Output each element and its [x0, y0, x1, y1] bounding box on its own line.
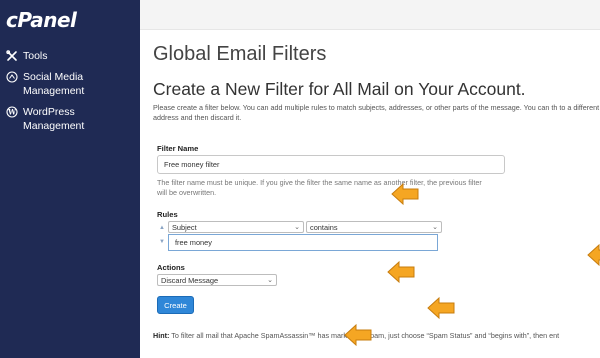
actions-label: Actions [157, 263, 185, 272]
pointer-arrow-icon [387, 260, 415, 284]
move-rule-down-icon[interactable]: ▼ [159, 239, 165, 245]
rule-operator-select[interactable]: contains ⌄ [306, 221, 442, 233]
intro-text: Please create a filter below. You can ad… [153, 103, 600, 122]
hint-text: Hint: To filter all mail that Apache Spa… [153, 331, 600, 340]
pointer-arrow-icon [427, 296, 455, 320]
sidebar-item-tools[interactable]: Tools [6, 49, 48, 63]
sidebar-item-label: Tools [23, 50, 48, 62]
rule-field-value: Subject [172, 222, 197, 232]
pointer-arrow-icon [344, 323, 372, 347]
pointer-arrow-icon [587, 243, 600, 267]
rules-label: Rules [157, 210, 178, 219]
rule-field-select[interactable]: Subject ⌄ [168, 221, 304, 233]
filter-name-label: Filter Name [157, 144, 199, 153]
move-rule-up-icon[interactable]: ▲ [159, 225, 165, 231]
tools-icon [6, 50, 18, 62]
sidebar-item-label: Social Media Management [23, 71, 85, 97]
main-content: Global Email Filters Create a New Filter… [140, 30, 600, 358]
chevron-down-icon: ⌄ [294, 224, 300, 231]
sidebar-item-label: WordPress Management [23, 106, 85, 132]
filter-name-input[interactable]: Free money filter [157, 155, 505, 174]
chevron-down-icon: ⌄ [267, 277, 273, 284]
action-value: Discard Message [161, 275, 219, 285]
cpanel-logo[interactable]: cPanel [6, 8, 77, 32]
sidebar-item-wordpress[interactable]: W WordPress Management [6, 105, 84, 133]
action-select[interactable]: Discard Message ⌄ [157, 274, 277, 286]
wordpress-icon: W [6, 106, 18, 118]
chevron-down-icon: ⌄ [432, 224, 438, 231]
sidebar: cPanel Tools Social Media Management W W… [0, 0, 140, 358]
section-title: Create a New Filter for All Mail on Your… [153, 79, 526, 99]
hint-label: Hint: [153, 331, 170, 340]
filter-name-help: The filter name must be unique. If you g… [157, 178, 482, 197]
top-header [140, 0, 600, 30]
rule-operator-value: contains [310, 222, 338, 232]
rule-value-input[interactable]: free money [168, 234, 438, 251]
sidebar-item-social-media[interactable]: Social Media Management [6, 70, 84, 98]
create-button[interactable]: Create [157, 296, 194, 314]
svg-text:W: W [7, 108, 16, 117]
page-title: Global Email Filters [153, 43, 327, 65]
social-media-icon [6, 71, 18, 83]
pointer-arrow-icon [391, 182, 419, 206]
